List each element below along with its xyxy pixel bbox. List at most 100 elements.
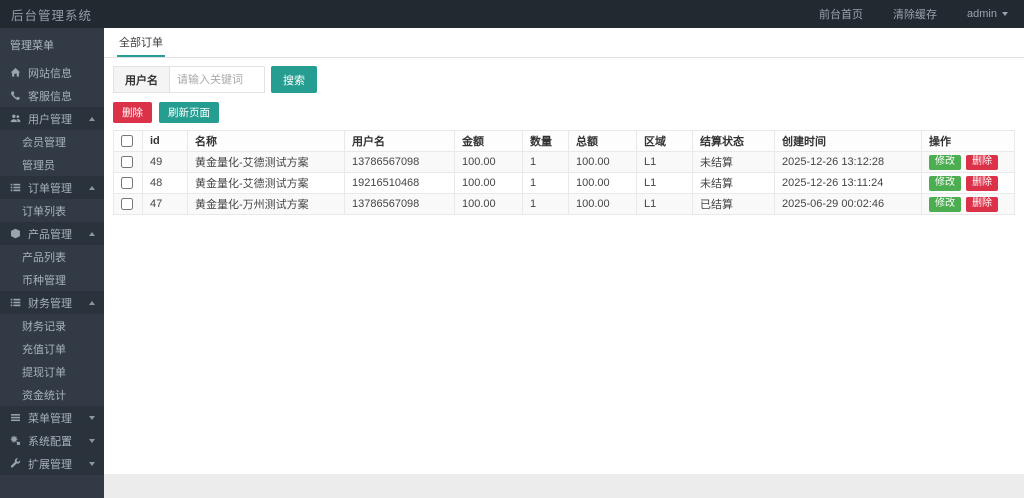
chevron-up-icon [89,116,95,121]
delete-row-button[interactable]: 删除 [966,175,998,191]
phone-icon [10,90,23,102]
chevron-down-icon [89,415,95,420]
row-checkbox[interactable] [121,156,133,169]
cell-id: 49 [142,151,188,173]
cell-area: L1 [636,193,693,215]
chevron-up-icon [89,300,95,305]
front-home-link[interactable]: 前台首页 [819,6,863,22]
edit-button[interactable]: 修改 [929,175,961,191]
row-checkbox[interactable] [121,198,133,211]
delete-row-button[interactable]: 删除 [966,196,998,212]
search-button[interactable]: 搜索 [271,66,317,93]
sidebar-item-order-list[interactable]: 订单列表 [0,199,104,222]
cell-area: L1 [636,172,693,194]
keyword-input[interactable] [170,66,265,93]
cell-id: 47 [142,193,188,215]
header-checkbox-cell [113,130,143,152]
cell-created: 2025-12-26 13:11:24 [774,172,922,194]
clear-cache-link[interactable]: 清除缓存 [893,6,937,22]
sidebar-item-admin-list[interactable]: 管理员 [0,153,104,176]
sidebar-item-order-mgmt[interactable]: 订单管理 [0,176,104,199]
sidebar-item-member-mgmt[interactable]: 会员管理 [0,130,104,153]
cell-total: 100.00 [568,193,637,215]
column-header: 名称 [187,130,345,152]
sidebar-item-product-list[interactable]: 产品列表 [0,245,104,268]
sidebar: 管理菜单 网站信息 客服信息 用户管理 会员管理 管理员 订单管理 订单列表 产品管理 产品列表… [0,28,104,498]
sidebar-item-label: 充值订单 [22,343,66,356]
users-icon [10,113,23,125]
sidebar-item-withdraw-orders[interactable]: 提现订单 [0,360,104,383]
chevron-up-icon [89,185,95,190]
sidebar-item-extension-mgmt[interactable]: 扩展管理 [0,452,104,475]
sidebar-item-site-info[interactable]: 网站信息 [0,61,104,84]
column-header: 结算状态 [692,130,775,152]
sidebar-item-label: 扩展管理 [28,458,72,471]
username-label: 用户名 [113,66,170,93]
sidebar-item-currency-mgmt[interactable]: 币种管理 [0,268,104,291]
edit-button[interactable]: 修改 [929,196,961,212]
sidebar-item-label: 提现订单 [22,366,66,379]
sidebar-item-finance-records[interactable]: 财务记录 [0,314,104,337]
table-header-row: id 名称 用户名 金额 数量 总额 区域 结算状态 创建时间 操作 [113,130,1015,152]
cell-amount: 100.00 [454,151,523,173]
sidebar-item-label: 用户管理 [28,113,72,126]
chevron-down-icon [89,438,95,443]
tab-strip: 全部订单 [104,28,1024,58]
cell-amount: 100.00 [454,193,523,215]
cell-status: 已结算 [692,193,775,215]
table-toolbar: 删除 刷新页面 [113,102,1024,123]
tab-all-orders[interactable]: 全部订单 [117,28,165,57]
cell-name: 黄金量化-万州测试方案 [187,193,345,215]
table-row: 48 黄金量化-艾德测试方案 19216510468 100.00 1 100.00 L1 未… [113,172,1015,194]
table-row: 47 黄金量化-万州测试方案 13786567098 100.00 1 100.00 L1 已… [113,193,1015,215]
cell-actions: 修改 删除 [921,172,1015,194]
sidebar-item-finance-mgmt[interactable]: 财务管理 [0,291,104,314]
cube-icon [10,228,23,240]
cell-total: 100.00 [568,151,637,173]
sidebar-item-funds-stats[interactable]: 资金统计 [0,383,104,406]
sidebar-item-recharge-orders[interactable]: 充值订单 [0,337,104,360]
chevron-down-icon [1002,12,1008,16]
cell-id: 48 [142,172,188,194]
sidebar-item-system-config[interactable]: 系统配置 [0,429,104,452]
column-header: 金额 [454,130,523,152]
sidebar-item-label: 系统配置 [28,435,72,448]
sidebar-item-user-mgmt[interactable]: 用户管理 [0,107,104,130]
sidebar-item-label: 订单列表 [22,205,66,218]
home-icon [10,67,23,79]
sidebar-item-menu-mgmt[interactable]: 菜单管理 [0,406,104,429]
sidebar-item-product-mgmt[interactable]: 产品管理 [0,222,104,245]
refresh-button[interactable]: 刷新页面 [159,102,219,123]
column-header: id [142,130,188,152]
user-menu[interactable]: admin [967,8,1008,20]
edit-button[interactable]: 修改 [929,154,961,170]
cell-status: 未结算 [692,151,775,173]
column-header: 用户名 [344,130,455,152]
orders-table: id 名称 用户名 金额 数量 总额 区域 结算状态 创建时间 操作 49 黄金量化-艾德测试方案 1… [113,130,1015,215]
row-checkbox-cell [113,151,143,173]
cell-name: 黄金量化-艾德测试方案 [187,172,345,194]
row-checkbox[interactable] [121,177,133,190]
cell-status: 未结算 [692,172,775,194]
cell-qty: 1 [522,193,569,215]
delete-button[interactable]: 删除 [113,102,152,123]
cell-actions: 修改 删除 [921,193,1015,215]
cell-username: 19216510468 [344,172,455,194]
list-icon [10,182,23,194]
cell-created: 2025-12-26 13:12:28 [774,151,922,173]
column-header: 操作 [921,130,1015,152]
cell-total: 100.00 [568,172,637,194]
row-checkbox-cell [113,193,143,215]
cell-username: 13786567098 [344,151,455,173]
cell-amount: 100.00 [454,172,523,194]
topbar-right: 前台首页 清除缓存 admin [789,6,1024,22]
sidebar-item-service-info[interactable]: 客服信息 [0,84,104,107]
sidebar-menu: 网站信息客服信息用户管理会员管理 管理员 订单管理订单列表产品管理 产品列表币种管理财… [0,61,104,475]
delete-row-button[interactable]: 删除 [966,154,998,170]
table-row: 49 黄金量化-艾德测试方案 13786567098 100.00 1 100.00 L1 未… [113,151,1015,173]
sidebar-item-label: 币种管理 [22,274,66,287]
sidebar-item-label: 客服信息 [28,90,72,103]
chevron-up-icon [89,231,95,236]
column-header: 创建时间 [774,130,922,152]
select-all-checkbox[interactable] [121,135,133,148]
